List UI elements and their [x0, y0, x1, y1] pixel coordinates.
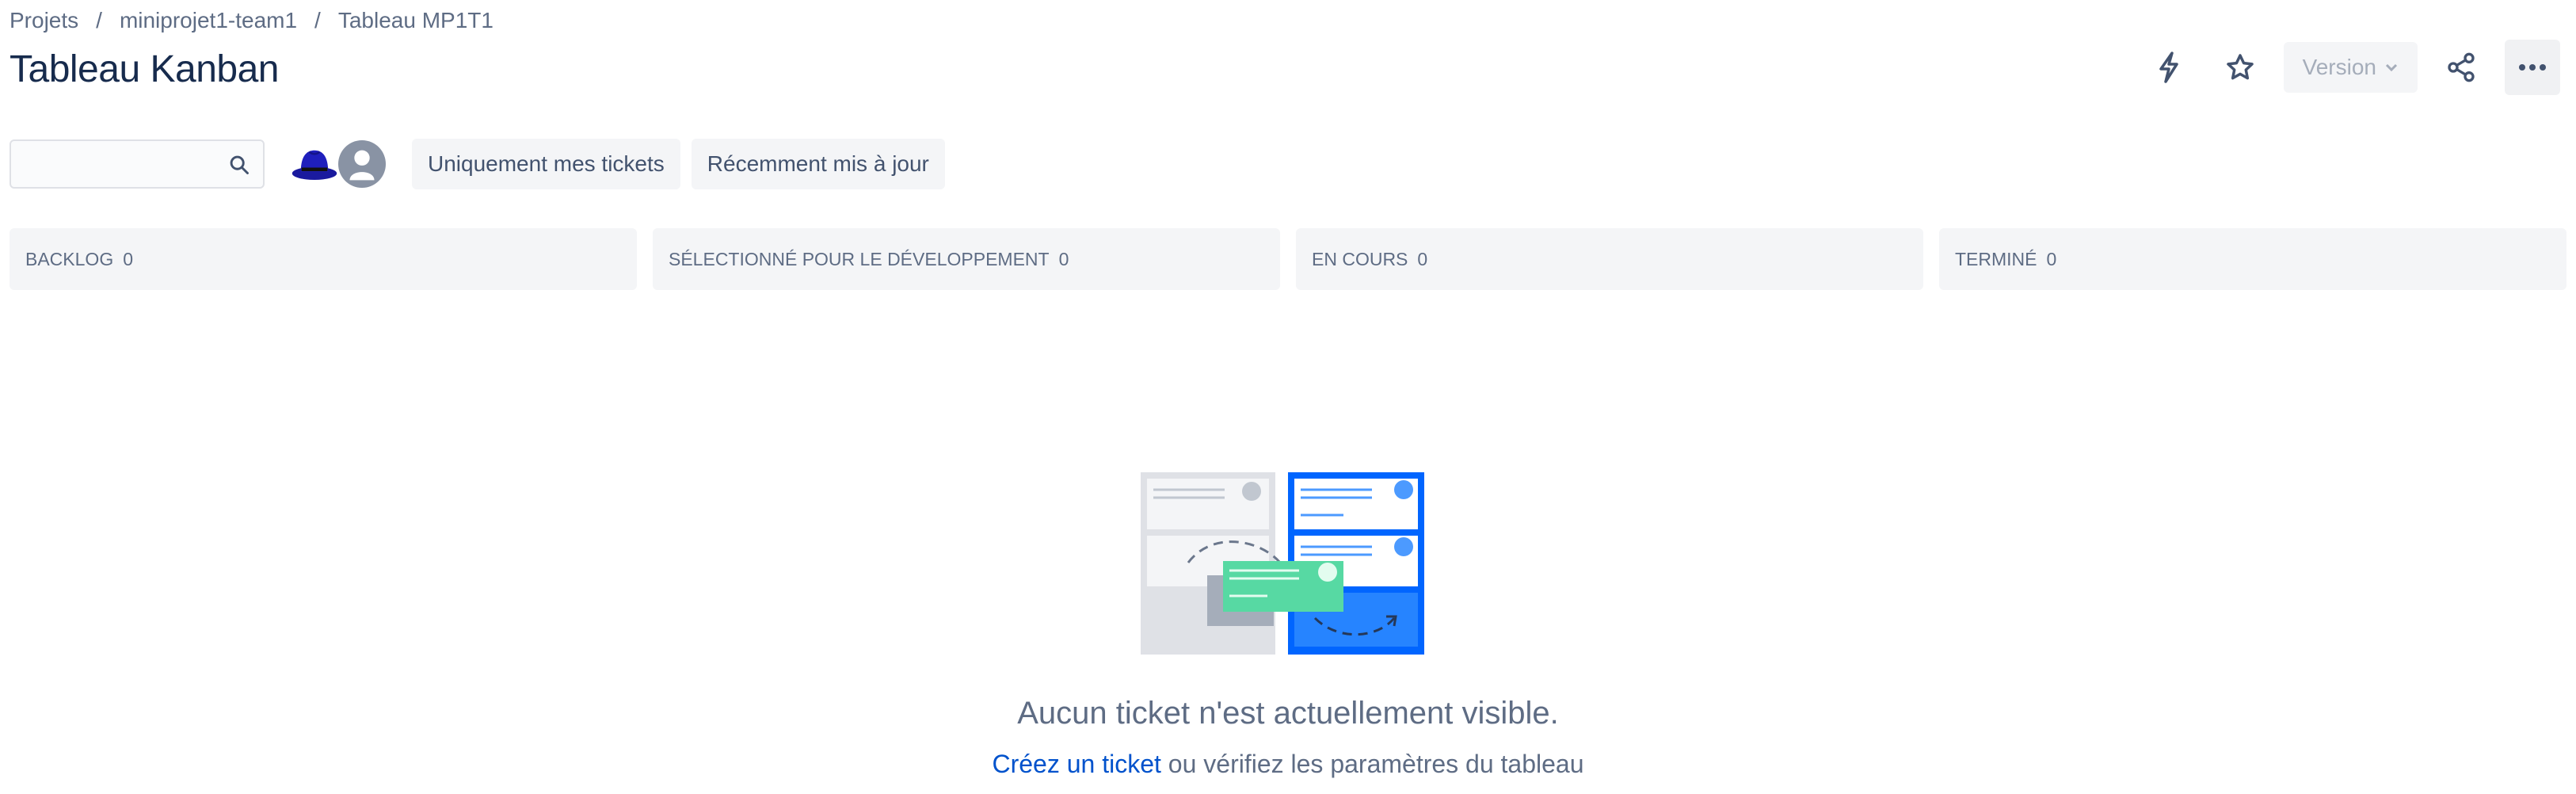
- column-count: 0: [2046, 248, 2057, 269]
- column-name: TERMINÉ: [1955, 248, 2037, 269]
- create-ticket-link[interactable]: Créez un ticket: [992, 750, 1160, 778]
- kanban-page: Projets / miniprojet1-team1 / Tableau MP…: [0, 0, 2576, 794]
- search-input[interactable]: [11, 141, 217, 187]
- search-icon: [230, 155, 249, 174]
- search-box[interactable]: [10, 139, 265, 189]
- breadcrumb-separator: /: [96, 8, 102, 32]
- empty-state-subtitle: Créez un ticket ou vérifiez les paramètr…: [0, 750, 2576, 779]
- star-button[interactable]: [2212, 40, 2268, 95]
- filter-my-tickets[interactable]: Uniquement mes tickets: [412, 139, 680, 189]
- more-button[interactable]: [2505, 40, 2560, 95]
- empty-state-suffix: ou vérifiez les paramètres du tableau: [1160, 750, 1584, 778]
- breadcrumb-board[interactable]: Tableau MP1T1: [338, 8, 493, 33]
- column-count: 0: [123, 248, 134, 269]
- empty-board-illustration: [1141, 472, 1424, 655]
- version-label: Version: [2302, 55, 2376, 79]
- breadcrumb-separator: /: [314, 8, 321, 32]
- breadcrumb: Projets / miniprojet1-team1 / Tableau MP…: [10, 8, 493, 33]
- avatar-group: [288, 138, 388, 190]
- board-toolbar: Uniquement mes tickets Récemment mis à j…: [10, 138, 945, 190]
- column-name: BACKLOG: [25, 248, 114, 269]
- column-header-done[interactable]: TERMINÉ 0: [1939, 228, 2566, 290]
- avatar-user-hat[interactable]: [288, 138, 341, 190]
- avatar-user-default[interactable]: [336, 138, 388, 190]
- header-actions: Version: [2141, 40, 2560, 95]
- fedora-hat-icon: [292, 150, 337, 180]
- column-header-backlog[interactable]: BACKLOG 0: [10, 228, 637, 290]
- column-name: EN COURS: [1312, 248, 1408, 269]
- column-header-in-progress[interactable]: EN COURS 0: [1296, 228, 1923, 290]
- star-icon: [2226, 54, 2254, 80]
- column-count: 0: [1417, 248, 1428, 269]
- breadcrumb-project[interactable]: miniprojet1-team1: [120, 8, 297, 33]
- more-icon: [2519, 64, 2546, 71]
- lightning-icon: [2159, 52, 2178, 83]
- share-button[interactable]: [2433, 40, 2489, 95]
- board-columns: BACKLOG 0 SÉLECTIONNÉ POUR LE DÉVELOPPEM…: [10, 228, 2566, 290]
- automation-button[interactable]: [2141, 40, 2197, 95]
- page-title: Tableau Kanban: [10, 48, 279, 90]
- share-icon: [2448, 52, 2475, 82]
- empty-state-title: Aucun ticket n'est actuellement visible.: [1017, 696, 1559, 731]
- column-name: SÉLECTIONNÉ POUR LE DÉVELOPPEMENT: [669, 248, 1050, 269]
- column-header-selected[interactable]: SÉLECTIONNÉ POUR LE DÉVELOPPEMENT 0: [653, 228, 1280, 290]
- column-count: 0: [1058, 248, 1069, 269]
- version-select[interactable]: Version: [2283, 42, 2418, 93]
- chevron-down-icon: [2385, 63, 2398, 72]
- user-icon: [338, 140, 386, 188]
- filter-recently-updated[interactable]: Récemment mis à jour: [691, 139, 945, 189]
- breadcrumb-projects[interactable]: Projets: [10, 8, 78, 33]
